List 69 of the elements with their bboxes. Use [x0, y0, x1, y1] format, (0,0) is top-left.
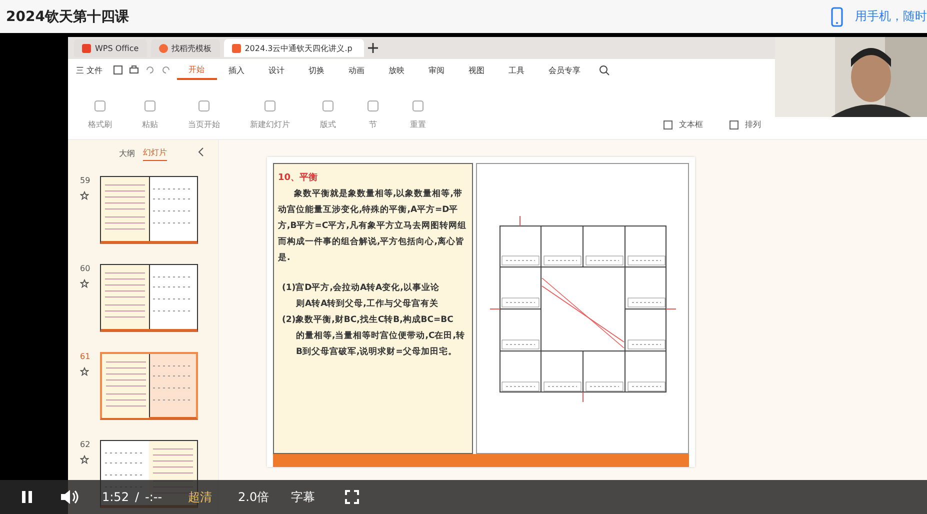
square-icon	[263, 99, 277, 113]
page-title: 2024钦天第十四课	[6, 8, 129, 26]
point-text: 的量相等,当量相等时宫位便带动,C在田,转B到父母宫破军,说明求财=父母加田宅。	[295, 330, 466, 359]
save-icon[interactable]	[112, 65, 123, 75]
point-text: 则A转A转到父母,工作与父母宫有关	[295, 298, 440, 311]
slide-number: 62	[80, 440, 92, 449]
menu-tab[interactable]: 审阅	[416, 60, 457, 80]
ribbon-button[interactable]: 版式	[314, 98, 342, 131]
square-icon	[197, 99, 211, 113]
panel-tab[interactable]: 幻灯片	[143, 147, 167, 161]
phone-icon	[831, 6, 843, 26]
square-icon	[321, 99, 335, 113]
menu-tab[interactable]: 工具	[496, 60, 537, 80]
search-icon[interactable]	[598, 64, 610, 76]
ribbon-button[interactable]: 排列	[723, 118, 767, 131]
quality-button[interactable]: 超清	[188, 488, 212, 506]
print-icon[interactable]	[128, 65, 139, 75]
fullscreen-icon[interactable]	[345, 490, 360, 504]
speed-button[interactable]: 2.0倍	[238, 488, 270, 506]
menu-tab[interactable]: 插入	[216, 60, 257, 80]
point-text: (2)象数平衡,财BC,找生C转B,构成BC=BC	[281, 314, 454, 327]
document-tab[interactable]: WPS Office	[74, 39, 147, 57]
square-icon	[663, 120, 673, 130]
slide-number: 60	[80, 264, 92, 273]
square-icon	[366, 99, 380, 113]
ribbon-button[interactable]: 格式刷	[82, 98, 118, 131]
slide-thumbnail[interactable]	[100, 352, 198, 420]
current-time: 1:52	[102, 490, 129, 504]
new-tab-icon[interactable]	[368, 43, 378, 53]
collapse-icon[interactable]	[198, 147, 204, 157]
point-text: (1)宫D平方,会拉动A转A变化,以事业论	[281, 282, 440, 295]
slide-thumbnail[interactable]	[100, 264, 198, 332]
redo-icon[interactable]	[160, 65, 171, 75]
mobile-link[interactable]: 用手机，随时	[855, 8, 927, 25]
square-icon	[411, 99, 425, 113]
slide-thumbnail[interactable]	[100, 176, 198, 244]
ribbon-button[interactable]: 当页开始	[182, 98, 226, 131]
ribbon-button[interactable]: 重置	[404, 98, 432, 131]
star-icon[interactable]	[80, 191, 89, 200]
menu-tab[interactable]: 动画	[336, 60, 377, 80]
subtitles-button[interactable]: 字幕	[291, 488, 316, 506]
slide-number: 61	[80, 352, 92, 361]
document-tab[interactable]: 找稻壳模板	[150, 39, 220, 57]
square-icon	[93, 99, 107, 113]
panel-tab[interactable]: 大纲	[119, 148, 135, 160]
slide-paragraph: 象数平衡就是象数量相等,以象数量相等,带动宫位能量互涉变化,特殊的平衡,A平方=D平方,B平方=C平方,凡有象平方立马去网图转网组而构成一件事的组合解说,平方包括向心,离心皆是.	[278, 188, 468, 265]
menu-tab[interactable]: 设计	[256, 60, 297, 80]
star-icon[interactable]	[80, 367, 89, 376]
menu-tab[interactable]: 放映	[376, 60, 417, 80]
ribbon-button[interactable]: 节	[360, 98, 386, 131]
square-icon	[729, 120, 739, 130]
file-menu[interactable]: 三 文件	[76, 64, 103, 76]
ribbon-button[interactable]: 粘贴	[136, 98, 164, 131]
menu-tab[interactable]: 视图	[456, 60, 497, 80]
volume-icon[interactable]	[60, 488, 80, 506]
slide-number: 59	[80, 176, 92, 185]
menu-tab[interactable]: 切换	[296, 60, 337, 80]
square-icon	[143, 99, 157, 113]
menu-tab[interactable]: 会员专享	[536, 60, 593, 80]
undo-icon[interactable]	[144, 65, 155, 75]
pause-button[interactable]	[20, 490, 34, 504]
star-icon[interactable]	[80, 279, 89, 288]
duration: -:--	[145, 490, 162, 504]
star-icon[interactable]	[80, 455, 89, 464]
document-tab[interactable]: 2024.3云中通钦天四化讲义.p	[224, 39, 364, 57]
ribbon-button[interactable]: 新建幻灯片	[244, 98, 296, 131]
ribbon-button[interactable]: 文本框	[657, 118, 709, 131]
time-separator: /	[134, 490, 139, 504]
slide-title: 10、平衡	[278, 172, 319, 185]
